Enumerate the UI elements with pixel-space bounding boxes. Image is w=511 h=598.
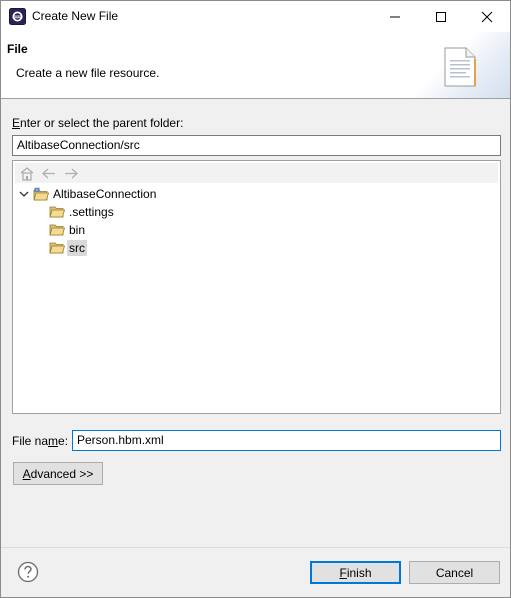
close-icon	[481, 11, 493, 22]
cancel-button[interactable]: Cancel	[409, 561, 500, 584]
folder-icon	[49, 206, 65, 218]
finish-mnemonic: F	[339, 565, 347, 580]
back-arrow-icon[interactable]	[41, 166, 57, 181]
eclipse-app-icon	[9, 8, 26, 25]
folder-icon	[49, 242, 65, 254]
banner-title: File	[7, 42, 28, 56]
advanced-button[interactable]: Advanced >>	[13, 462, 103, 485]
file-name-mnemonic: m	[48, 434, 59, 448]
tree-item-label: bin	[69, 223, 86, 237]
tree-item-settings[interactable]: .settings	[49, 203, 116, 221]
advanced-label: dvanced >>	[30, 466, 94, 481]
file-name-label-text: File na	[12, 434, 49, 448]
title-bar: Create New File	[1, 1, 510, 32]
tree-item-src[interactable]: src	[49, 239, 87, 257]
advanced-mnemonic: A	[22, 466, 31, 481]
file-name-label: File name:	[12, 434, 68, 448]
tree-item-label: AltibaseConnection	[53, 187, 157, 201]
minimize-icon	[390, 16, 400, 17]
banner-description: Create a new file resource.	[16, 66, 160, 80]
tree-item-label: .settings	[69, 205, 114, 219]
chevron-down-icon[interactable]	[19, 189, 29, 199]
parent-folder-label-text: nter or select the parent folder:	[20, 116, 184, 130]
parent-folder-input[interactable]: AltibaseConnection/src	[12, 135, 501, 156]
help-icon[interactable]	[17, 561, 39, 583]
forward-arrow-icon[interactable]	[63, 166, 79, 181]
window-title: Create New File	[32, 9, 119, 23]
close-button[interactable]	[464, 1, 510, 32]
folder-tree[interactable]: AltibaseConnection .settings bin src	[12, 160, 501, 414]
finish-button[interactable]: Finish	[310, 561, 401, 584]
tree-item-label: src	[67, 240, 87, 256]
wizard-banner: File Create a new file resource.	[1, 32, 510, 99]
home-icon[interactable]	[19, 166, 35, 181]
footer-separator	[1, 547, 510, 548]
parent-folder-label: Enter or select the parent folder:	[12, 116, 183, 130]
tree-item-bin[interactable]: bin	[49, 221, 87, 239]
maximize-icon	[436, 11, 446, 22]
tree-toolbar	[15, 163, 498, 183]
file-name-input[interactable]: Person.hbm.xml	[72, 430, 501, 451]
folder-icon	[49, 224, 65, 236]
minimize-button[interactable]	[372, 1, 418, 32]
parent-folder-mnemonic: E	[12, 116, 21, 130]
maximize-button[interactable]	[418, 1, 464, 32]
file-name-label-suffix: e:	[58, 434, 69, 448]
create-new-file-dialog: Create New File File Create a new file r…	[0, 0, 511, 598]
new-file-wizard-icon	[444, 47, 476, 87]
tree-item-project[interactable]: AltibaseConnection	[33, 185, 158, 203]
finish-label: inish	[346, 565, 372, 580]
project-folder-icon	[33, 187, 49, 201]
